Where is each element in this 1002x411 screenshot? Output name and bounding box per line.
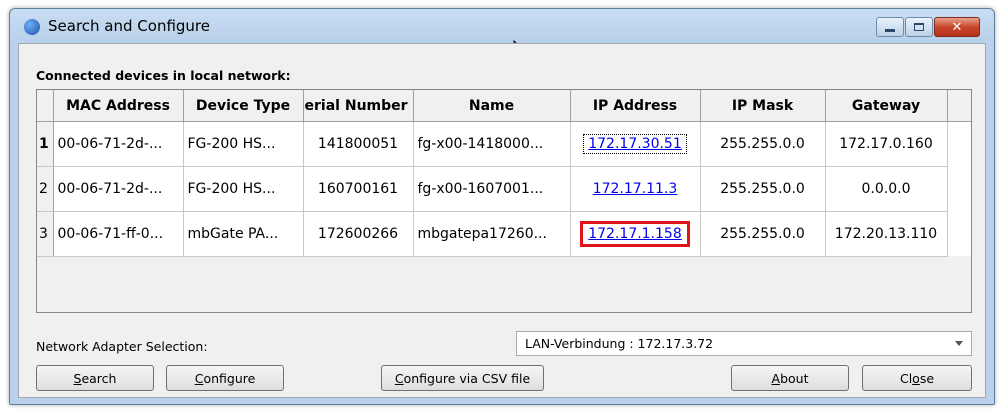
cell-gateway[interactable]: 0.0.0.0 <box>825 166 948 212</box>
title-bar[interactable]: Search and Configure ✕ <box>10 9 994 60</box>
column-header-mask[interactable]: IP Mask <box>700 90 826 122</box>
cell-serial[interactable]: 172600266 <box>303 211 414 257</box>
maximize-button[interactable] <box>905 17 933 37</box>
configure-button[interactable]: Configure <box>166 365 284 391</box>
cell-mac[interactable]: 00-06-71-2d-... <box>53 166 184 212</box>
row-number: 1 <box>37 121 54 167</box>
table-row[interactable]: 3 00-06-71-ff-0... mbGate PA... 17260026… <box>37 211 948 257</box>
cell-mask[interactable]: 255.255.0.0 <box>700 211 826 257</box>
cell-mac[interactable]: 00-06-71-2d-... <box>53 121 184 167</box>
close-button[interactable]: Cl o se <box>862 365 972 391</box>
cell-ip[interactable]: 172.17.30.51 <box>570 121 701 167</box>
cell-name[interactable]: fg-x00-1607001... <box>413 166 571 212</box>
cell-serial[interactable]: 160700161 <box>303 166 414 212</box>
cell-gateway[interactable]: 172.20.13.110 <box>825 211 948 257</box>
cell-ip[interactable]: 172.17.11.3 <box>570 166 701 212</box>
table-row[interactable]: 2 00-06-71-2d-... FG-200 HS... 160700161… <box>37 166 948 212</box>
adapter-dropdown-value: LAN-Verbindung : 172.17.3.72 <box>525 336 714 351</box>
column-header-gateway[interactable]: Gateway <box>825 90 948 122</box>
ip-link[interactable]: 172.17.30.51 <box>583 134 687 154</box>
column-header-ip[interactable]: IP Address <box>570 90 701 122</box>
column-header-mac[interactable]: MAC Address <box>53 90 184 122</box>
search-configure-window: Search and Configure ✕ Connected devices… <box>9 8 995 405</box>
search-button[interactable]: Search <box>36 365 154 391</box>
adapter-selection-label: Network Adapter Selection: <box>36 339 208 354</box>
dialog-body: Connected devices in local network: MAC … <box>18 43 986 398</box>
adapter-dropdown[interactable]: LAN-Verbindung : 172.17.3.72 <box>516 331 972 356</box>
cell-mask[interactable]: 255.255.0.0 <box>700 166 826 212</box>
cell-mac[interactable]: 00-06-71-ff-0... <box>53 211 184 257</box>
cell-serial[interactable]: 141800051 <box>303 121 414 167</box>
cell-name[interactable]: mbgatepa17260... <box>413 211 571 257</box>
cell-device-type[interactable]: FG-200 HS... <box>183 166 304 212</box>
maximize-icon <box>914 23 924 31</box>
devices-section-label: Connected devices in local network: <box>36 68 291 83</box>
row-header-corner <box>37 90 54 122</box>
configure-csv-button[interactable]: Configure via CSV file <box>381 365 544 391</box>
cell-name[interactable]: fg-x00-1418000... <box>413 121 571 167</box>
cell-ip[interactable]: 172.17.1.158 <box>570 211 701 257</box>
close-icon: ✕ <box>951 19 963 35</box>
table-empty-area <box>37 256 971 312</box>
column-header-serial[interactable]: Serial Number <box>303 90 414 122</box>
chevron-down-icon <box>955 341 963 346</box>
table-header-row: MAC Address Device Type Serial Number Na… <box>37 90 948 122</box>
row-number: 3 <box>37 211 54 257</box>
cell-gateway[interactable]: 172.17.0.160 <box>825 121 948 167</box>
ip-link[interactable]: 172.17.11.3 <box>589 180 682 198</box>
column-header-device-type[interactable]: Device Type <box>183 90 304 122</box>
devices-table[interactable]: MAC Address Device Type Serial Number Na… <box>36 89 972 313</box>
row-number: 2 <box>37 166 54 212</box>
cell-mask[interactable]: 255.255.0.0 <box>700 121 826 167</box>
cell-device-type[interactable]: mbGate PA... <box>183 211 304 257</box>
column-header-name[interactable]: Name <box>413 90 571 122</box>
minimize-icon <box>885 29 895 32</box>
table-row[interactable]: 1 00-06-71-2d-... FG-200 HS... 141800051… <box>37 121 948 167</box>
window-title: Search and Configure <box>48 17 210 35</box>
cell-device-type[interactable]: FG-200 HS... <box>183 121 304 167</box>
ip-link-highlighted[interactable]: 172.17.1.158 <box>580 221 690 247</box>
minimize-button[interactable] <box>876 17 904 37</box>
about-button[interactable]: About <box>731 365 849 391</box>
app-icon <box>24 19 40 35</box>
close-window-button[interactable]: ✕ <box>934 17 980 37</box>
